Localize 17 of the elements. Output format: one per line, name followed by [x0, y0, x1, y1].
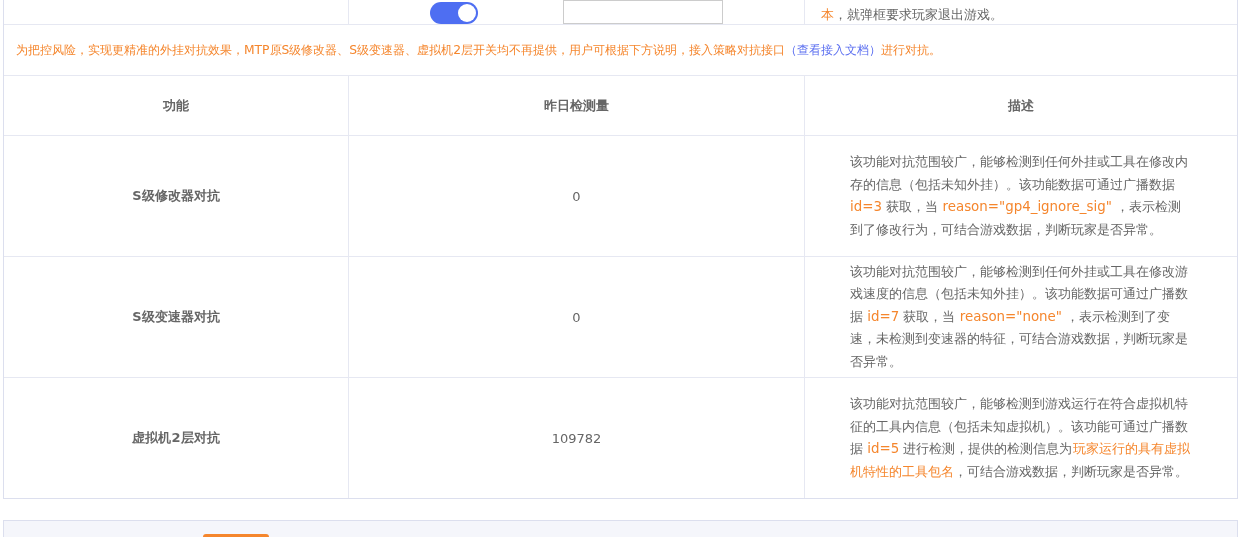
docs-link[interactable]: （查看接入文档） — [785, 42, 881, 57]
table-cell: 109782 — [551, 430, 602, 446]
column-header: 描述 — [1008, 96, 1034, 115]
description-text: 本，就弹框要求玩家退出游戏。 — [821, 6, 1003, 24]
table-cell: 0 — [572, 309, 581, 325]
table-cell: 虚拟机2层对抗 — [132, 429, 220, 447]
description-text: 该功能对抗范围较广，能够检测到任何外挂或工具在修改游戏速度的信息（包括未知外挂）。该功能数据可通过广播数据 id=7 获取，当 reason="none" ，表示检测到了变速，未检测到变速器的特征，可结合游戏数据，判断玩家是否异常。 — [850, 262, 1189, 371]
column-header: 功能 — [163, 96, 189, 115]
notice-text: 为把控风险，实现更精准的外挂对抗效果，MTP原S级修改器、S级变速器、虚拟机2层开关均不再提供，用户可根据下方说明，接入策略对抗接口（查看接入文档）进行对抗。 — [16, 41, 941, 59]
toggle-switch[interactable] — [430, 2, 478, 24]
table-cell: S级变速器对抗 — [132, 308, 220, 326]
input-field[interactable] — [563, 0, 723, 24]
description-text: 该功能对抗范围较广，能够检测到游戏运行在符合虚拟机特征的工具内信息（包括未知虚拟机）。该功能可通过广播数据 id=5 进行检测，提供的检测信息为玩家运行的具有虚拟机特性的工具包名，可结合游戏数据，判断玩家是否异常。 — [850, 395, 1191, 481]
description-text: 该功能对抗范围较广，能够检测到任何外挂或工具在修改内存的信息（包括未知外挂）。该功能数据可通过广播数据 id=3 获取，当 reason="gp4_ignore_sig" ，表示检测到了修改行为，可结合游戏数据，判断玩家是否异常。 — [850, 153, 1189, 239]
table-cell: 0 — [572, 188, 581, 204]
table-cell: S级修改器对抗 — [132, 187, 220, 205]
column-header: 昨日检测量 — [544, 96, 609, 115]
